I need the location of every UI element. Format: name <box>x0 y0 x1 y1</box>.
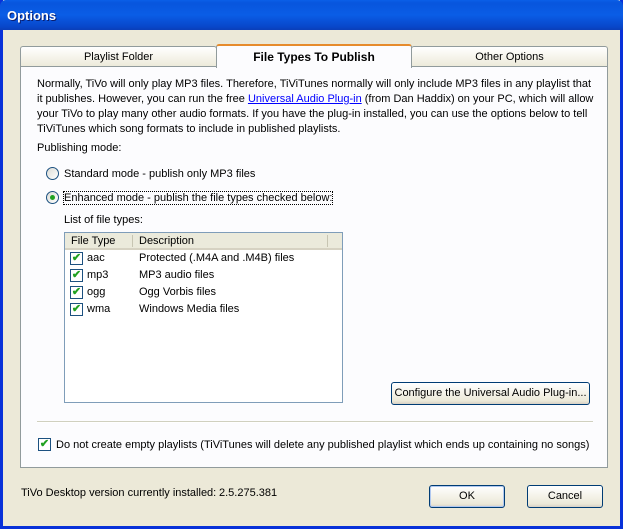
mp3-checkbox[interactable]: ✔ <box>70 269 83 282</box>
window-title: Options <box>0 0 623 30</box>
publishing-mode-label: Publishing mode: <box>37 142 122 154</box>
file-types-list[interactable]: File Type Description ✔ aac Protected (.… <box>64 232 343 403</box>
file-type-row-aac[interactable]: ✔ aac Protected (.M4A and .M4B) files <box>65 250 342 267</box>
wma-checkbox[interactable]: ✔ <box>70 303 83 316</box>
tab-other-options[interactable]: Other Options <box>411 46 608 67</box>
column-divider[interactable] <box>327 235 328 247</box>
column-file-type[interactable]: File Type <box>71 235 115 247</box>
file-type-description: Protected (.M4A and .M4B) files <box>139 252 295 264</box>
options-window: Options Playlist Folder Other Options Fi… <box>0 0 623 529</box>
empty-playlists-label[interactable]: Do not create empty playlists (TiViTunes… <box>56 439 589 451</box>
tab-strip: Playlist Folder Other Options File Types… <box>20 44 608 68</box>
file-types-header: File Type Description <box>65 233 342 250</box>
file-type-name: ogg <box>87 286 106 298</box>
file-type-name: aac <box>87 252 105 264</box>
enhanced-mode-radio[interactable] <box>46 191 59 204</box>
tab-file-types-to-publish[interactable]: File Types To Publish <box>216 44 412 68</box>
file-type-row-ogg[interactable]: ✔ ogg Ogg Vorbis files <box>65 284 342 301</box>
aac-checkbox[interactable]: ✔ <box>70 252 83 265</box>
file-types-panel: Normally, TiVo will only play MP3 files.… <box>20 66 608 468</box>
file-type-row-mp3[interactable]: ✔ mp3 MP3 audio files <box>65 267 342 284</box>
file-type-row-wma[interactable]: ✔ wma Windows Media files <box>65 301 342 318</box>
tab-playlist-folder[interactable]: Playlist Folder <box>20 46 217 67</box>
ogg-checkbox[interactable]: ✔ <box>70 286 83 299</box>
enhanced-mode-label[interactable]: Enhanced mode - publish the file types c… <box>62 191 334 205</box>
file-type-description: Windows Media files <box>139 303 240 315</box>
file-type-name: mp3 <box>87 269 109 281</box>
column-divider[interactable] <box>132 235 133 247</box>
file-types-list-label: List of file types: <box>64 214 143 226</box>
standard-mode-label[interactable]: Standard mode - publish only MP3 files <box>64 168 255 180</box>
column-description[interactable]: Description <box>139 235 194 247</box>
universal-audio-plugin-link[interactable]: Universal Audio Plug-in <box>248 93 362 105</box>
cancel-button[interactable]: Cancel <box>527 485 603 508</box>
version-value: 2.5.275.381 <box>219 487 278 499</box>
file-type-description: Ogg Vorbis files <box>139 286 217 298</box>
configure-plugin-button[interactable]: Configure the Universal Audio Plug-in... <box>391 382 590 405</box>
ok-button[interactable]: OK <box>429 485 505 508</box>
intro-text: Normally, TiVo will only play MP3 files.… <box>37 77 597 137</box>
version-label: TiVo Desktop version currently installed… <box>21 487 217 499</box>
empty-playlists-checkbox[interactable]: ✔ <box>38 438 51 451</box>
standard-mode-radio[interactable] <box>46 167 59 180</box>
separator <box>37 421 593 423</box>
file-type-description: MP3 audio files <box>139 269 215 281</box>
file-type-name: wma <box>87 303 111 315</box>
